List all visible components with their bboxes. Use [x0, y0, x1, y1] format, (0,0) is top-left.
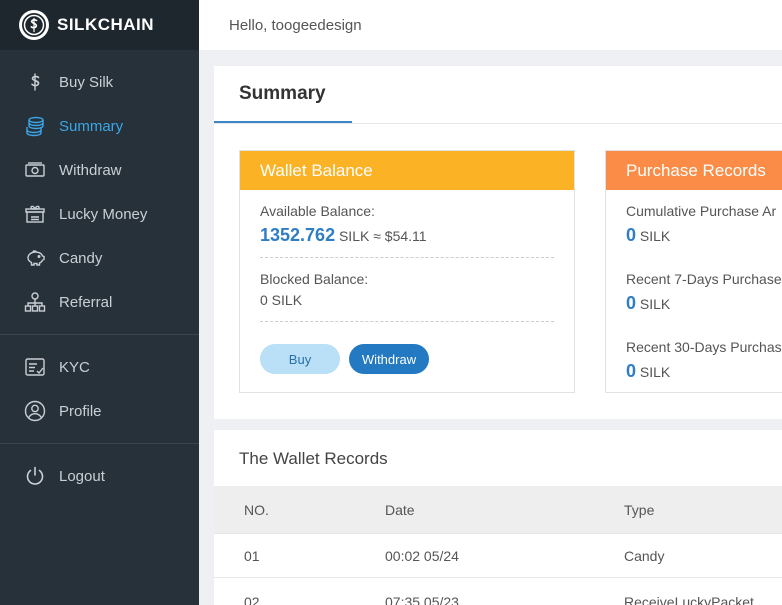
blocked-balance-value: 0 SILK — [260, 292, 303, 308]
sidebar-divider — [0, 334, 199, 335]
withdraw-button[interactable]: Withdraw — [349, 344, 429, 374]
user-greeting: Hello, toogeedesign — [229, 16, 362, 34]
recent-30-days-value: 0 SILK — [626, 361, 670, 382]
wallet-records-panel: The Wallet Records NO. Date Type 01 00:0… — [214, 430, 782, 605]
card-title: Wallet Balance — [240, 151, 574, 190]
separator — [260, 257, 554, 258]
available-balance-label: Available Balance: — [260, 203, 375, 219]
cell-no: 02 — [244, 594, 260, 605]
column-header-no: NO. — [244, 502, 269, 518]
cumulative-purchase-label: Cumulative Purchase Ar — [626, 203, 777, 219]
purchase-unit: SILK — [639, 228, 671, 244]
table-header: NO. Date Type — [214, 486, 782, 533]
power-icon — [24, 465, 46, 487]
sidebar-item-label: Profile — [59, 402, 102, 420]
cumulative-purchase-value: 0 SILK — [626, 225, 670, 246]
cell-no: 01 — [244, 548, 260, 564]
wallet-balance-card: Wallet Balance Available Balance: 1352.7… — [239, 150, 575, 393]
brand[interactable]: SILKCHAIN — [0, 0, 199, 50]
sidebar-item-lucky-money[interactable]: Lucky Money — [0, 194, 199, 234]
sidebar-item-summary[interactable]: Summary — [0, 106, 199, 146]
brand-name: SILKCHAIN — [57, 15, 155, 34]
sidebar-item-label: Buy Silk — [59, 73, 114, 91]
user-icon — [24, 400, 46, 422]
sidebar-item-profile[interactable]: Profile — [0, 391, 199, 431]
tab-divider — [214, 123, 782, 124]
cash-icon — [24, 159, 46, 181]
sidebar-item-label: Summary — [59, 117, 124, 135]
recent-30-days-amount: 0 — [626, 361, 637, 381]
sidebar-item-candy[interactable]: Candy — [0, 238, 199, 278]
cumulative-purchase-amount: 0 — [626, 225, 637, 245]
available-balance-unit: SILK ≈ $54.11 — [338, 228, 427, 244]
purchase-unit: SILK — [639, 364, 671, 380]
sidebar-item-label: KYC — [59, 358, 90, 376]
sidebar-item-label: Candy — [59, 249, 103, 267]
sidebar-item-kyc[interactable]: KYC — [0, 347, 199, 387]
separator — [260, 321, 554, 322]
sidebar-item-label: Logout — [59, 467, 105, 485]
id-card-icon — [24, 356, 46, 378]
sidebar-item-label: Referral — [59, 293, 113, 311]
active-tab-indicator — [214, 121, 352, 123]
summary-panel: Summary Wallet Balance Available Balance… — [214, 66, 782, 419]
purchase-records-card: Purchase Records Cumulative Purchase Ar … — [605, 150, 782, 393]
table-row: 01 00:02 05/24 Candy — [214, 533, 782, 577]
cell-date: 00:02 05/24 — [385, 548, 459, 564]
recent-30-days-label: Recent 30-Days Purchas — [626, 339, 782, 355]
piggy-bank-icon — [24, 247, 46, 269]
recent-7-days-value: 0 SILK — [626, 293, 670, 314]
sidebar-item-logout[interactable]: Logout — [0, 456, 199, 496]
table-row: 02 07:35 05/23 ReceiveLuckyPacket — [214, 577, 782, 605]
silkchain-logo-icon — [19, 10, 49, 40]
gift-box-icon — [24, 203, 46, 225]
sidebar-item-label: Lucky Money — [59, 205, 148, 223]
blocked-balance-label: Blocked Balance: — [260, 271, 369, 287]
top-bar: Hello, toogeedesign — [199, 0, 782, 50]
dollar-icon — [24, 71, 46, 93]
sidebar-item-buy-silk[interactable]: Buy Silk — [0, 62, 199, 102]
available-balance-value: 1352.762 SILK ≈ $54.11 — [260, 225, 427, 246]
coins-stack-icon — [24, 115, 46, 137]
column-header-type: Type — [624, 502, 655, 518]
card-title: Purchase Records — [606, 151, 782, 190]
recent-7-days-amount: 0 — [626, 293, 637, 313]
cell-date: 07:35 05/23 — [385, 594, 459, 605]
sidebar-item-label: Withdraw — [59, 161, 122, 179]
sidebar-divider — [0, 443, 199, 444]
tab-summary[interactable]: Summary — [239, 83, 326, 105]
cell-type: Candy — [624, 548, 665, 564]
sidebar: SILKCHAIN Buy Silk Summary Withdraw Luck… — [0, 0, 199, 605]
buy-button[interactable]: Buy — [260, 344, 340, 374]
available-balance-amount: 1352.762 — [260, 225, 336, 245]
cell-type: ReceiveLuckyPacket — [624, 594, 754, 605]
network-icon — [24, 291, 46, 313]
sidebar-item-withdraw[interactable]: Withdraw — [0, 150, 199, 190]
recent-7-days-label: Recent 7-Days Purchase — [626, 271, 782, 287]
column-header-date: Date — [385, 502, 415, 518]
purchase-unit: SILK — [639, 296, 671, 312]
records-title: The Wallet Records — [239, 449, 388, 468]
sidebar-item-referral[interactable]: Referral — [0, 282, 199, 322]
